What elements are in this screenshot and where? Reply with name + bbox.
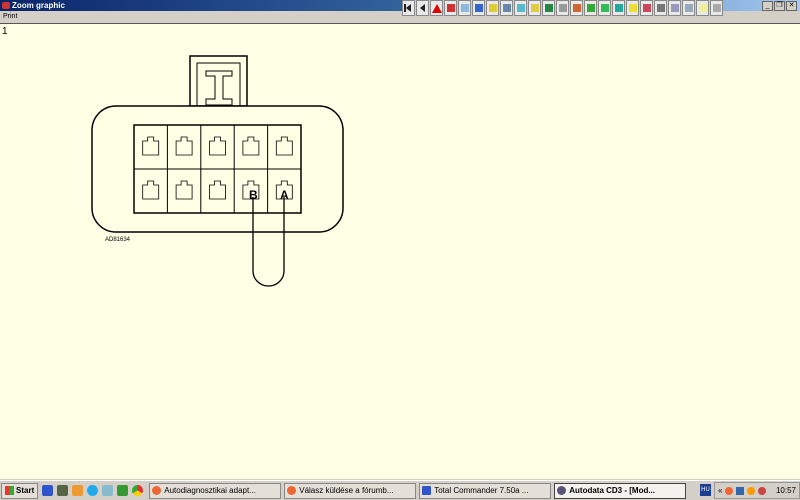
windows-logo-icon [5,486,14,495]
tool6-icon [516,4,525,12]
task-valasz[interactable]: Válasz küldése a fórumb... [284,482,417,499]
toolbar [402,0,723,17]
tool7-icon [530,4,539,12]
tool19-button[interactable] [696,0,709,16]
app-icon [2,2,10,9]
tool-icon[interactable] [117,485,129,496]
warning-button[interactable] [430,0,443,16]
task-label: Total Commander 7.50a ... [434,486,529,495]
tool20-icon [712,4,721,12]
restore-button[interactable]: ❐ [774,1,785,11]
tool19-icon [698,4,707,12]
menu-bar: Print [0,11,400,22]
tool9-icon [558,4,567,12]
tool4-button[interactable] [486,0,499,16]
tool13-button[interactable] [612,0,625,16]
autodata-icon [557,486,567,495]
save-icon[interactable] [42,485,54,496]
film-icon[interactable] [57,485,69,496]
tray-app-icon[interactable] [725,486,734,495]
expand-tray-icon[interactable]: « [718,486,722,495]
task-label: Autodata CD3 - [Mod... [569,486,656,495]
tool10-icon [572,4,581,12]
tool16-icon [656,4,665,12]
window-title: Zoom graphic [12,1,65,10]
tool10-button[interactable] [570,0,583,16]
tool18-icon [684,4,693,12]
connector-diagram: B A AD81634 [91,55,344,287]
first-icon [406,4,411,12]
tool3-icon [474,4,483,12]
tool3-button[interactable] [472,0,485,16]
tool15-button[interactable] [640,0,653,16]
tray-orange-icon[interactable] [747,486,756,495]
task-label: Autodiagnosztikai adapt... [164,486,256,495]
tool14-icon [628,4,637,12]
tool13-icon [614,4,623,12]
window-controls: _ ❐ ✕ [762,1,797,11]
tool2-button[interactable] [458,0,471,16]
tool15-icon [642,4,651,12]
tool11-icon [586,4,595,12]
task-autodiagnosztikai[interactable]: Autodiagnosztikai adapt... [149,482,282,499]
tool16-button[interactable] [654,0,667,16]
diagram-reference: AD81634 [105,237,131,243]
tool17-button[interactable] [668,0,681,16]
tool11-button[interactable] [584,0,597,16]
task-autodata[interactable]: Autodata CD3 - [Mod... [554,482,687,499]
tool8-icon [544,4,553,12]
tool9-button[interactable] [556,0,569,16]
graphic-canvas: 1 B A AD81634 [0,23,800,479]
previous-button[interactable] [416,0,429,16]
task-total-commander[interactable]: Total Commander 7.50a ... [419,482,552,499]
task-label: Válasz küldése a fórumb... [299,486,394,495]
skype-icon[interactable] [87,485,99,496]
system-tray: « 10:57 [714,482,800,499]
firefox-icon [287,486,297,495]
network-icon[interactable] [736,486,745,495]
tool17-icon [670,4,679,12]
tray-red-icon[interactable] [758,486,767,495]
tool20-button[interactable] [710,0,723,16]
tool14-button[interactable] [626,0,639,16]
tool8-button[interactable] [542,0,555,16]
close-button[interactable]: ✕ [786,1,797,11]
start-label: Start [16,486,35,495]
chrome-icon[interactable] [132,485,144,496]
tool5-button[interactable] [500,0,513,16]
tool1-button[interactable] [444,0,457,16]
tool2-icon [460,4,469,12]
network-icon[interactable] [102,485,114,496]
connector-tab-inner [196,62,241,107]
app-icon[interactable] [72,485,84,496]
save-icon [422,486,432,495]
tool7-button[interactable] [528,0,541,16]
start-button[interactable]: Start [1,482,39,499]
pin-label-a: A [280,188,289,202]
firefox-icon [152,486,162,495]
tool5-icon [502,4,511,12]
menu-print[interactable]: Print [3,13,17,20]
pin-label-b: B [249,188,258,202]
latch-icon [205,70,233,106]
minimize-button[interactable]: _ [762,1,773,11]
tool12-button[interactable] [598,0,611,16]
tool12-icon [600,4,609,12]
tool18-button[interactable] [682,0,695,16]
previous-icon [420,4,425,12]
tool1-icon [446,4,455,12]
language-indicator[interactable]: HU [700,484,711,496]
tool6-button[interactable] [514,0,527,16]
taskbar: Start Autodiagnosztikai adapt... Válasz … [0,480,800,500]
first-button[interactable] [402,0,415,16]
warning-icon [431,3,442,13]
tool4-icon [488,4,497,12]
clock: 10:57 [775,486,796,495]
